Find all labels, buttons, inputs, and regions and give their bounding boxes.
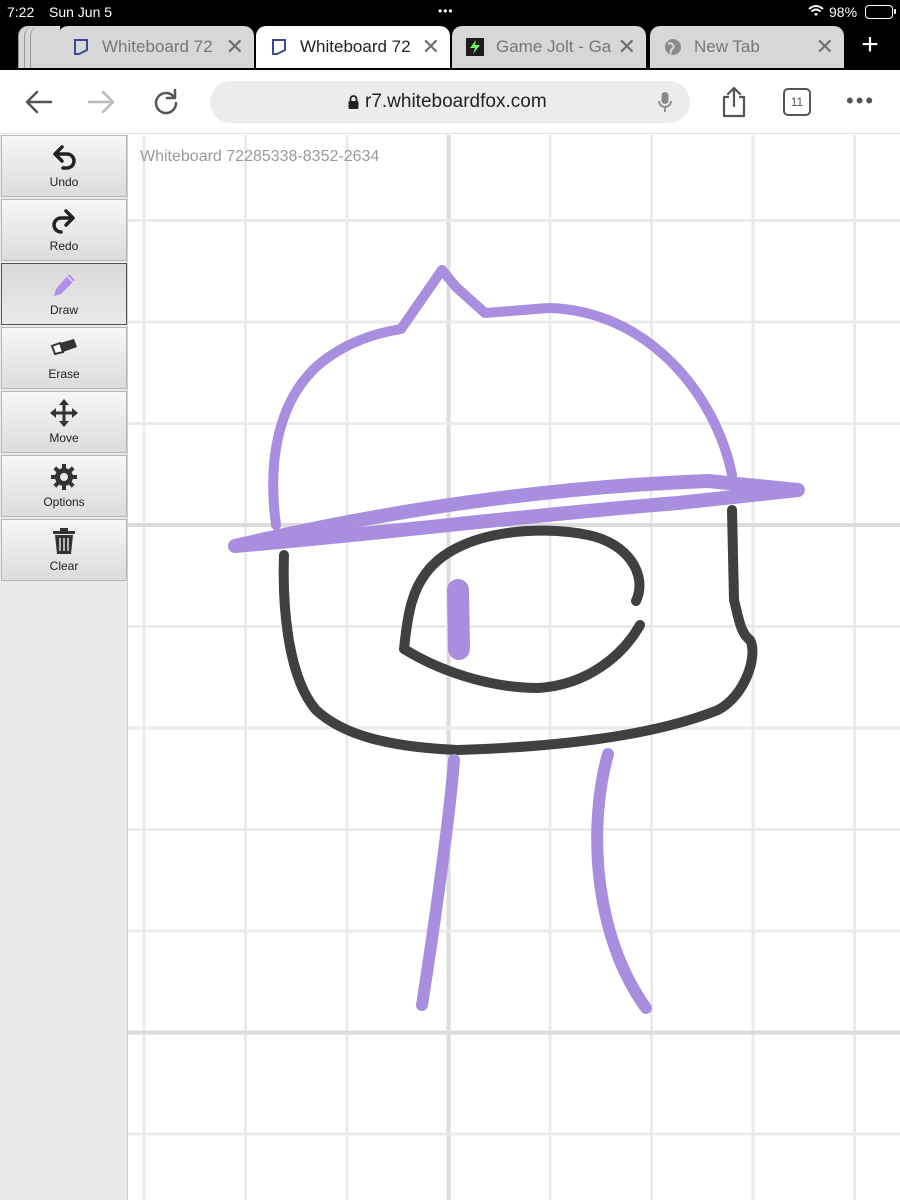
eraser-icon: [49, 334, 79, 364]
tab-new-tab[interactable]: New Tab ✕: [650, 26, 844, 68]
microphone-icon[interactable]: [658, 91, 672, 118]
drawing-strokes: [228, 265, 805, 1014]
tool-label: Options: [43, 495, 85, 509]
tab-title: Whiteboard 72: [102, 37, 213, 56]
tool-label: Draw: [49, 303, 78, 317]
board-id-label: Whiteboard 72285338-8352-2634: [140, 148, 380, 165]
pencil-icon: [49, 270, 79, 300]
lock-icon: [348, 95, 359, 114]
battery-percent: 98%: [829, 4, 858, 20]
drawing-surface[interactable]: [128, 135, 900, 1200]
tool-label: Clear: [49, 559, 79, 573]
draw-button[interactable]: Draw: [1, 263, 127, 325]
tool-label: Undo: [49, 175, 79, 189]
whiteboard-canvas[interactable]: Whiteboard 72285338-8352-2634: [128, 135, 900, 1200]
pupil-stroke: [447, 579, 470, 660]
gamejolt-favicon: [466, 38, 484, 56]
close-tab-icon[interactable]: ✕: [618, 36, 636, 58]
right-leg-stroke: [591, 748, 652, 1014]
tab-bar: Whiteboard 72 ✕ Whiteboard 72 ✕ Game Jol…: [0, 24, 900, 70]
back-arrow-icon[interactable]: [20, 84, 56, 120]
tab-title: New Tab: [694, 37, 760, 56]
battery-icon: [865, 5, 896, 19]
tab-whiteboard-1[interactable]: Whiteboard 72 ✕: [58, 26, 254, 68]
new-tab-plus-icon[interactable]: +: [854, 30, 886, 62]
clear-button[interactable]: Clear: [1, 519, 127, 581]
reload-icon[interactable]: [148, 84, 184, 120]
multitasking-dots-icon[interactable]: •••: [438, 4, 454, 18]
tab-title: Whiteboard 72: [300, 37, 411, 56]
url-text: r7.whiteboardfox.com: [365, 91, 547, 112]
status-bar: 7:22 Sun Jun 5 ••• 98%: [0, 0, 900, 24]
tool-label: Redo: [49, 239, 79, 253]
move-icon: [49, 398, 79, 428]
redo-button[interactable]: Redo: [1, 199, 127, 261]
head-outline-stroke: [278, 505, 758, 755]
tool-label: Move: [49, 431, 79, 445]
eye-outline-stroke: [399, 525, 645, 693]
tool-label: Erase: [48, 367, 80, 381]
options-button[interactable]: Options: [1, 455, 127, 517]
close-tab-icon[interactable]: ✕: [226, 36, 244, 58]
tab-count-button[interactable]: 11: [783, 88, 811, 116]
tab-stack[interactable]: [18, 26, 60, 68]
tab-game-jolt[interactable]: Game Jolt - Ga ✕: [452, 26, 646, 68]
whiteboard-favicon: [270, 38, 288, 56]
browser-toolbar: r7.whiteboardfox.com 11 •••: [0, 70, 900, 134]
grid-lines: [128, 135, 900, 1200]
move-button[interactable]: Move: [1, 391, 127, 453]
erase-button[interactable]: Erase: [1, 327, 127, 389]
close-tab-icon[interactable]: ✕: [816, 36, 834, 58]
status-date: Sun Jun 5: [49, 4, 113, 20]
address-bar[interactable]: r7.whiteboardfox.com: [210, 81, 690, 123]
whiteboard-favicon: [72, 38, 90, 56]
globe-icon: [664, 38, 682, 56]
tool-palette: Undo Redo Draw Erase Move Options Clear: [0, 135, 128, 1200]
trash-icon: [49, 526, 79, 556]
status-time: 7:22: [7, 4, 35, 20]
wifi-icon: [808, 4, 824, 21]
forward-arrow-icon[interactable]: [84, 84, 120, 120]
undo-icon: [49, 142, 79, 172]
share-icon[interactable]: [716, 84, 752, 120]
redo-icon: [49, 206, 79, 236]
undo-button[interactable]: Undo: [1, 135, 127, 197]
gear-icon: [49, 462, 79, 492]
close-tab-icon[interactable]: ✕: [422, 36, 440, 58]
tab-whiteboard-2[interactable]: Whiteboard 72 ✕: [256, 26, 450, 68]
more-options-icon[interactable]: •••: [846, 88, 875, 114]
tab-title: Game Jolt - Ga: [496, 37, 612, 56]
